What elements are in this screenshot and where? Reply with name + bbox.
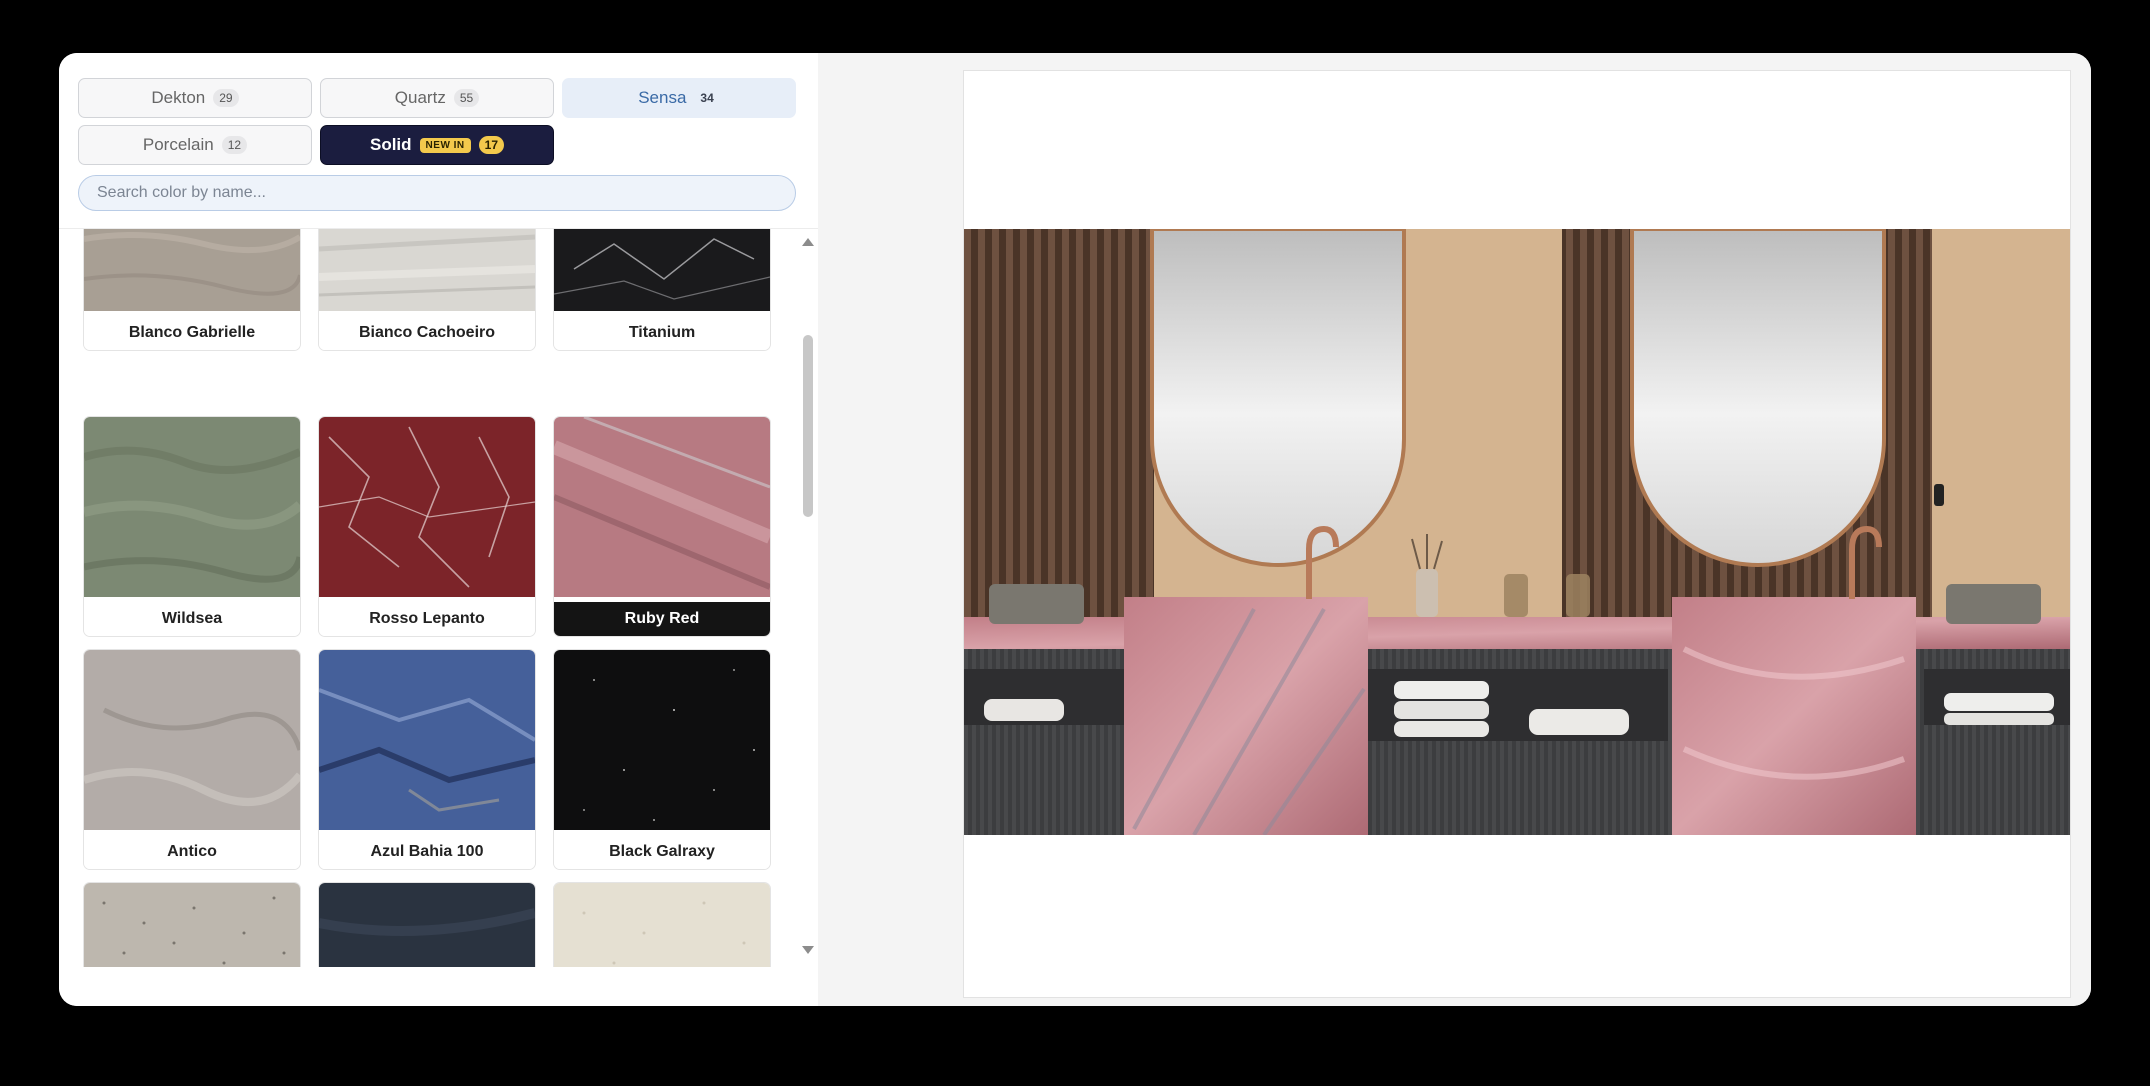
swatch-image (554, 650, 770, 830)
tab-sensa[interactable]: Sensa 34 (562, 78, 796, 118)
tab-dekton[interactable]: Dekton 29 (78, 78, 312, 118)
color-card-titanium[interactable]: Titanium (554, 229, 770, 350)
tab-quartz[interactable]: Quartz 55 (320, 78, 554, 118)
swatch-image (84, 417, 300, 597)
search-input[interactable] (78, 175, 796, 211)
tab-solid[interactable]: Solid NEW IN 17 (320, 125, 554, 165)
color-card-rosso-lepanto[interactable]: Rosso Lepanto (319, 417, 535, 636)
color-card-azul-bahia-100[interactable]: Azul Bahia 100 (319, 650, 535, 869)
preview-panel (818, 53, 2091, 1006)
swatch-image (554, 883, 770, 967)
tab-label: Quartz (394, 88, 446, 107)
new-in-badge: NEW IN (419, 137, 471, 153)
swatch-image (319, 417, 535, 597)
color-card-wildsea[interactable]: Wildsea (84, 417, 300, 636)
color-name: Ruby Red (554, 602, 770, 636)
tab-porcelain[interactable]: Porcelain 12 (78, 125, 312, 165)
color-card[interactable] (319, 883, 535, 967)
color-picker-panel: Dekton 29 Quartz 55 Sensa 34 Porcelain 1… (59, 53, 818, 1006)
count-badge: 34 (700, 91, 714, 105)
color-card-antico[interactable]: Antico (84, 650, 300, 869)
color-name: Titanium (554, 316, 770, 350)
color-name: Bianco Cachoeiro (319, 316, 535, 350)
color-name: Azul Bahia 100 (319, 835, 535, 869)
swatch-image (554, 229, 770, 311)
scroll-up-arrow-icon[interactable] (802, 238, 814, 246)
color-name: Blanco Gabrielle (84, 316, 300, 350)
color-name: Rosso Lepanto (319, 602, 535, 636)
tab-label: Porcelain (142, 135, 214, 154)
color-name: Black Galraxy (554, 835, 770, 869)
swatch-image (84, 883, 300, 967)
color-name: Antico (84, 835, 300, 869)
color-card-bianco-cachoeiro[interactable]: Bianco Cachoeiro (319, 229, 535, 350)
color-grid[interactable]: Blanco Gabrielle Bianco Cachoeiro Titani… (59, 228, 818, 967)
grid-scrollbar[interactable] (798, 228, 818, 966)
count-badge: 12 (221, 136, 248, 154)
swatch-image (319, 650, 535, 830)
color-card-ruby-red[interactable]: Ruby Red (554, 417, 770, 636)
swatch-image (554, 417, 770, 597)
color-card-black-galraxy[interactable]: Black Galraxy (554, 650, 770, 869)
color-card-blanco-gabrielle[interactable]: Blanco Gabrielle (84, 229, 300, 350)
tab-label: Solid (369, 135, 412, 154)
swatch-image (319, 883, 535, 967)
color-card[interactable] (84, 883, 300, 967)
scroll-down-arrow-icon[interactable] (802, 946, 814, 954)
tab-label: Dekton (151, 88, 206, 107)
count-badge: 17 (478, 136, 505, 154)
swatch-image (319, 229, 535, 311)
count-badge: 29 (213, 89, 239, 107)
app-window: Dekton 29 Quartz 55 Sensa 34 Porcelain 1… (59, 53, 2091, 1006)
swatch-image (84, 229, 300, 311)
tab-label: Sensa (638, 88, 687, 107)
swatch-image (84, 650, 300, 830)
preview-frame (963, 70, 2071, 998)
scrollbar-thumb[interactable] (803, 335, 813, 517)
bathroom-preview-image (964, 229, 2070, 835)
color-card[interactable] (554, 883, 770, 967)
count-badge: 55 (453, 89, 480, 107)
color-name: Wildsea (84, 602, 300, 636)
